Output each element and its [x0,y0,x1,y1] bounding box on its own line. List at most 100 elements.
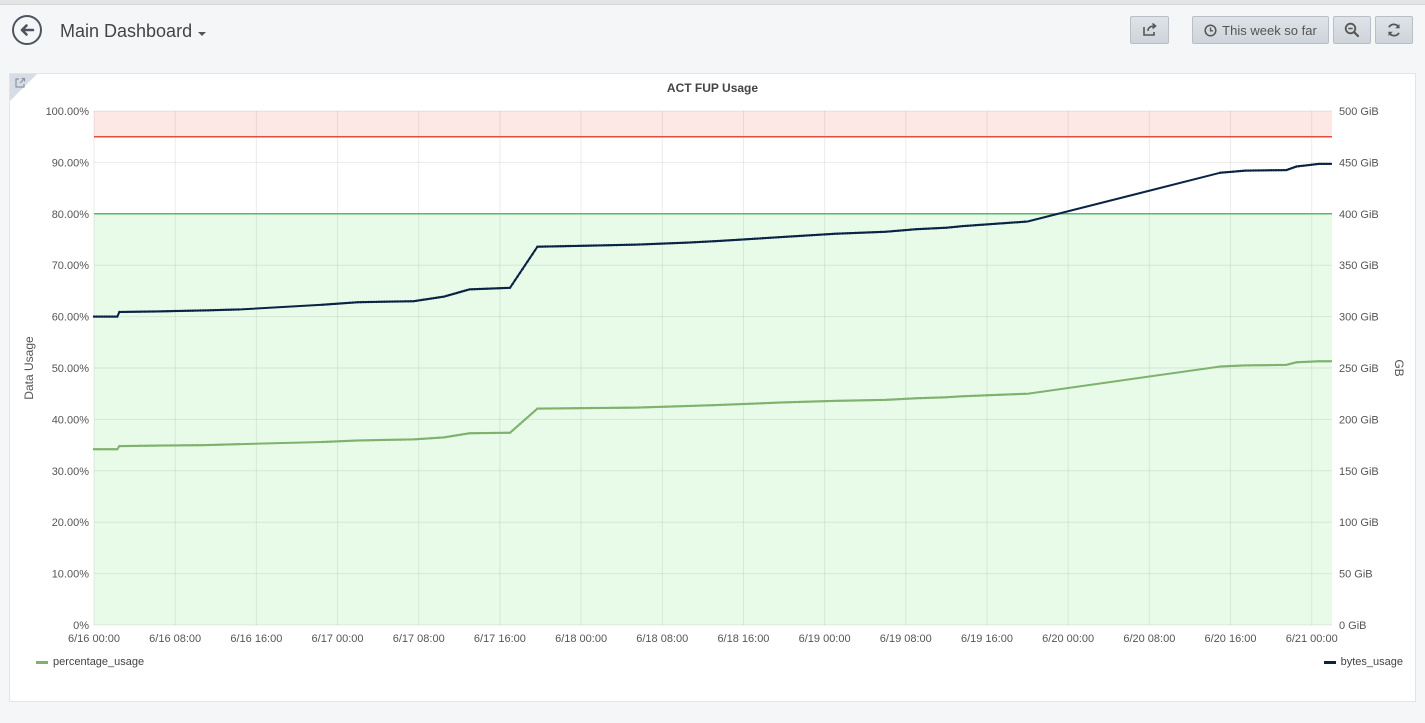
dashboard-title-dropdown[interactable]: Main Dashboard [60,21,207,42]
series-point [125,444,129,448]
series-point [194,444,197,447]
time-range-button[interactable]: This week so far [1192,16,1329,44]
series-point [214,443,217,446]
series-point [615,406,618,409]
y-axis-tick-label: 80.00% [52,209,90,221]
series-point [1310,163,1313,166]
series-point [964,224,967,228]
series-point [738,403,741,406]
series-point [430,437,433,440]
series-point [643,243,646,246]
series-point [508,431,512,434]
series-point [95,448,98,451]
x-axis-tick-label: 6/20 16:00 [1205,633,1257,645]
y2-axis-tick-label: 150 GiB [1339,466,1379,478]
series-point [851,399,854,402]
series-point [990,222,993,226]
series-point [448,435,451,438]
series-point [743,238,746,241]
series-point [678,405,682,408]
series-point [362,439,365,442]
series-point [597,406,600,410]
series-point [133,310,136,313]
series-point [108,315,111,318]
series-point [561,245,565,248]
series-point [917,227,920,231]
series-point [331,440,334,443]
series-point [326,303,329,306]
series-point [113,448,116,451]
series-point [478,431,481,435]
series-point [838,232,841,235]
series-point [207,309,210,312]
series-point [992,222,995,226]
line-chart[interactable]: 0% 10.00% 20.00% 30.00% 40.00% 50.00% 60.00% 70… [10,74,1415,701]
series-point [442,436,446,439]
series-point [756,402,759,405]
series-point [574,407,578,410]
series-point [186,444,190,447]
series-point [227,443,230,446]
series-point [427,297,431,301]
series-point [969,394,972,398]
series-point [1226,170,1230,174]
series-point [181,309,184,313]
series-point [605,244,608,247]
series-point [992,393,995,397]
series-point [977,223,980,227]
series-point [541,245,544,248]
chart-panel: ACT FUP Usage 0% 10.00% 20.00% 30.00% 40.00%… [9,73,1416,702]
series-point [899,229,902,232]
series-point [470,432,474,435]
share-button[interactable] [1130,16,1169,44]
series-point [536,245,539,248]
series-point [756,237,759,240]
series-point [212,443,215,447]
y2-axis-tick-label: 500 GiB [1339,106,1379,118]
series-point [932,396,935,399]
series-point [592,406,595,410]
zoom-out-button[interactable] [1333,16,1371,44]
series-point [724,403,728,406]
series-point [526,260,529,263]
series-point [780,401,783,404]
series-point [1262,364,1265,367]
series-point [105,315,109,318]
series-point [475,432,479,435]
series-point [836,232,839,235]
series-point [437,436,441,439]
series-point [904,228,907,232]
series-point [935,396,938,399]
series-point [417,299,420,302]
series-point [615,243,618,247]
series-point [950,226,953,229]
series-point [133,444,136,448]
series-point [227,308,230,311]
series-point [805,400,809,403]
series-point [546,245,549,248]
series-point [1247,364,1250,367]
series-point [987,394,990,397]
series-point [1262,169,1265,172]
series-point [543,407,547,410]
series-point [351,301,354,304]
series-point [1247,169,1250,172]
series-point [543,245,547,248]
series-point [897,398,900,401]
series-point [704,240,707,243]
series-point [465,432,469,435]
series-point [551,245,554,248]
series-point [997,393,1001,396]
refresh-button[interactable] [1375,16,1413,44]
legend-item-bytes-usage[interactable]: bytes_usage [1323,656,1403,668]
series-point [486,431,489,435]
series-point [683,404,687,408]
back-button[interactable] [12,15,42,45]
series-point [585,406,588,410]
series-point [971,394,975,398]
legend-item-percentage-usage[interactable]: percentage_usage [36,656,144,668]
series-point [496,287,499,290]
series-point [1252,364,1255,367]
series-point [209,443,212,447]
series-point [1224,171,1227,174]
